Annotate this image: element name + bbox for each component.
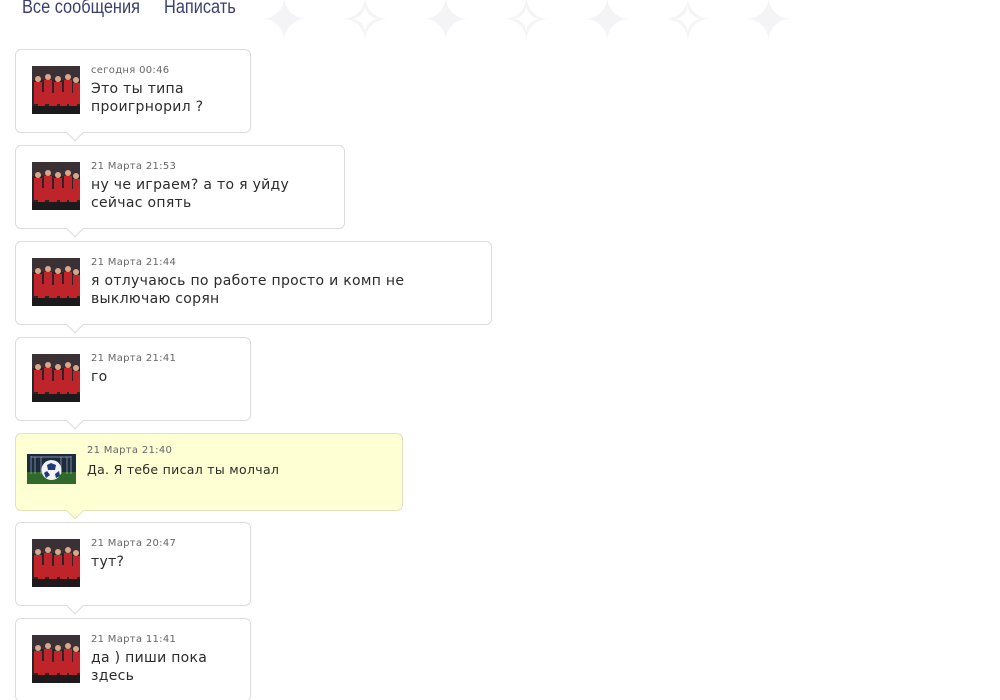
team-photo-image [32, 162, 80, 210]
message-item: сегодня 00:46 Это ты типа проигрнорил ? [15, 49, 251, 133]
sender-avatar[interactable] [32, 635, 80, 683]
messages-nav: Все сообщения Написать [22, 0, 236, 19]
sender-avatar[interactable] [32, 258, 80, 306]
message-item: 21 Марта 11:41 да ) пиши пока здесь [15, 618, 251, 700]
team-photo-image [32, 354, 80, 402]
message-text: тут? [91, 554, 125, 570]
message-text: ну че играем? а то я уйду сейчас опять [91, 177, 290, 211]
message-time: 21 Марта 21:41 [91, 353, 177, 364]
message-item-highlighted: 21 Марта 21:40 Да. Я тебе писал ты молча… [15, 433, 403, 511]
message-text: го [91, 369, 108, 385]
message-item: 21 Марта 20:47 тут? [15, 522, 251, 606]
all-messages-link[interactable]: Все сообщения [22, 0, 140, 19]
message-time: 21 Марта 20:47 [91, 538, 177, 549]
team-photo-image [32, 258, 80, 306]
sender-avatar[interactable] [32, 539, 80, 587]
sender-avatar[interactable] [32, 354, 80, 402]
message-item: 21 Марта 21:44 я отлучаюсь по работе про… [15, 241, 492, 325]
team-photo-image [32, 635, 80, 683]
team-photo-image [32, 66, 80, 114]
message-time: 21 Марта 21:53 [91, 161, 177, 172]
sender-avatar[interactable] [32, 66, 80, 114]
team-photo-image [32, 539, 80, 587]
header-decoration: ✦ ✧ ✦ ✧ ✦ ✧ ✦ [260, 0, 801, 53]
message-time: сегодня 00:46 [91, 65, 170, 76]
sender-avatar[interactable] [27, 454, 76, 484]
message-item: 21 Марта 21:41 го [15, 337, 251, 421]
write-message-link[interactable]: Написать [164, 0, 236, 19]
message-time: 21 Марта 11:41 [91, 634, 177, 645]
messages-page: ✦ ✧ ✦ ✧ ✦ ✧ ✦ Все сообщения Написать сег… [0, 0, 1000, 700]
sender-avatar[interactable] [32, 162, 80, 210]
message-item: 21 Марта 21:53 ну че играем? а то я уйду… [15, 145, 345, 229]
message-time: 21 Марта 21:40 [87, 445, 173, 456]
message-text: я отлучаюсь по работе просто и комп не в… [91, 273, 405, 307]
message-text: Да. Я тебе писал ты молчал [87, 462, 280, 477]
message-text: Это ты типа проигрнорил ? [91, 81, 204, 115]
message-text: да ) пиши пока здесь [91, 650, 208, 684]
soccer-ball-image [27, 454, 76, 484]
message-time: 21 Марта 21:44 [91, 257, 177, 268]
